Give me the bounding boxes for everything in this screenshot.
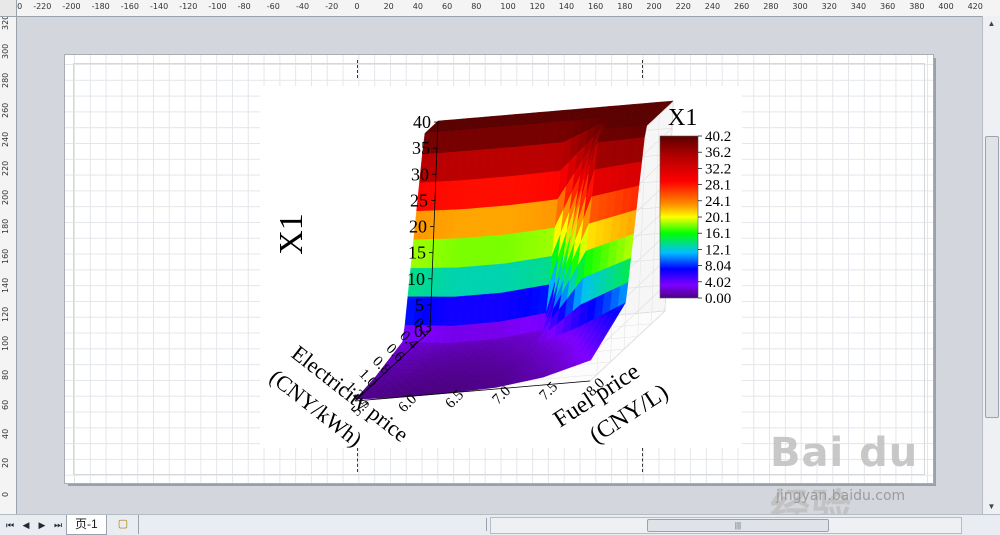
top-ruler-label: 0 xyxy=(354,2,360,11)
colorbar-title: X1 xyxy=(668,105,697,131)
page-break-marker xyxy=(357,448,358,472)
z-tick-label: 30 xyxy=(411,164,429,184)
page-tab[interactable]: 页-1 xyxy=(66,515,107,535)
vertical-scrollbar[interactable]: ▲ ▼ xyxy=(982,16,1000,515)
left-ruler-label: 320 xyxy=(1,14,10,30)
top-ruler-label: 320 xyxy=(821,2,837,11)
top-ruler: -240-220-200-180-160-140-120-100-80-60-4… xyxy=(0,0,1000,17)
surface-chart-svg: 05101520253035400.20.40.60.81.01.25.5 6.0… xyxy=(265,100,732,452)
top-ruler-label: 400 xyxy=(938,2,954,11)
colorbar-tick-label: 4.02 xyxy=(705,275,731,291)
next-page-button[interactable]: ▶ xyxy=(36,518,48,532)
top-ruler-label: 160 xyxy=(588,2,604,11)
left-ruler-label: 80 xyxy=(1,370,10,381)
colorbar-tick-label: 24.1 xyxy=(705,194,731,210)
colorbar-tick-label: 20.1 xyxy=(705,210,731,226)
top-ruler-label: 120 xyxy=(529,2,545,11)
top-ruler-label: 100 xyxy=(500,2,516,11)
left-ruler-label: 260 xyxy=(1,102,10,118)
top-ruler-label: -200 xyxy=(62,2,81,11)
ruler-corner xyxy=(0,0,17,17)
top-ruler-label: 40 xyxy=(412,2,423,11)
page-break-marker xyxy=(642,448,643,472)
z-tick-label: 15 xyxy=(408,243,426,263)
top-ruler-label: 60 xyxy=(442,2,453,11)
left-ruler-label: 140 xyxy=(1,277,10,293)
top-ruler-label: -20 xyxy=(325,2,339,11)
left-ruler-label: 160 xyxy=(1,248,10,264)
left-ruler-label: 100 xyxy=(1,335,10,352)
first-page-button[interactable]: ⏮ xyxy=(4,518,16,532)
insert-page-icon[interactable]: ▢ xyxy=(108,515,139,534)
colorbar-tick-label: 0.00 xyxy=(705,291,731,307)
left-ruler-label: 0 xyxy=(1,492,10,498)
colorbar-tick-label: 16.1 xyxy=(705,226,731,242)
z-tick-label: 25 xyxy=(410,190,428,210)
left-ruler-label: 180 xyxy=(1,219,10,235)
scroll-down-arrow[interactable]: ▼ xyxy=(983,499,1000,515)
z-tick-label: 20 xyxy=(409,217,427,237)
colorbar-gradient xyxy=(659,135,699,299)
left-ruler: 320 300 280 260 240 220 200 180 160 140 120 100 80 60… xyxy=(0,14,17,515)
top-ruler-label: 200 xyxy=(646,2,662,11)
left-ruler-label: 60 xyxy=(1,399,10,410)
watermark-url: jingyan.baidu.com xyxy=(776,488,906,504)
last-page-button[interactable]: ⏭ xyxy=(52,518,64,532)
top-ruler-label: 260 xyxy=(734,2,750,11)
page-break-marker xyxy=(642,60,643,78)
top-ruler-label: -120 xyxy=(179,2,198,11)
top-ruler-label: 300 xyxy=(792,2,808,11)
top-ruler-label: 380 xyxy=(909,2,925,11)
left-ruler-label: 280 xyxy=(1,73,10,89)
left-ruler-label: 120 xyxy=(1,306,10,322)
left-ruler-label: 200 xyxy=(1,189,10,206)
colorbar-tick-label: 12.1 xyxy=(705,242,731,258)
z-tick-label: 10 xyxy=(407,269,425,289)
left-ruler-label: 300 xyxy=(1,43,10,60)
top-ruler-label: -80 xyxy=(237,2,251,11)
left-ruler-label: 20 xyxy=(1,457,10,468)
top-ruler-label: 20 xyxy=(383,2,394,11)
baidu-watermark: Bai du 经验 jingyan.baidu.com xyxy=(770,430,970,532)
colorbar-tick-label: 32.2 xyxy=(705,161,731,177)
top-ruler-label: -60 xyxy=(266,2,280,11)
top-ruler-label: 220 xyxy=(675,2,691,11)
top-ruler-label: -220 xyxy=(33,2,52,11)
z-tick-label: 40 xyxy=(413,112,431,132)
prev-page-button[interactable]: ◀ xyxy=(20,518,32,532)
top-ruler-label: 80 xyxy=(471,2,482,11)
top-ruler-label: 340 xyxy=(850,2,867,11)
top-ruler-label: 360 xyxy=(880,2,896,11)
z-tick-label: 35 xyxy=(412,138,430,158)
z-axis-title: X1 xyxy=(273,213,310,255)
z-tick-label: 5 xyxy=(415,295,424,315)
top-ruler-label: -160 xyxy=(120,2,139,11)
top-ruler-label: -40 xyxy=(296,2,310,11)
colorbar-tick-label: 36.2 xyxy=(705,145,731,161)
horizontal-scroll-thumb[interactable]: ||| xyxy=(647,519,829,532)
colorbar-tick-label: 8.04 xyxy=(705,259,732,275)
top-ruler-label: 280 xyxy=(763,2,779,11)
surface-chart[interactable]: 0 5 10 15 20 25 30 35 40 0.2 0.4 0.6 0.8 1.0 1.2 5.5 6.0… xyxy=(260,86,742,452)
top-ruler-label: -180 xyxy=(91,2,110,11)
left-ruler-label: 220 xyxy=(1,160,10,176)
status-bar: ⏮ ◀ ▶ ⏭ 页-1 ▢ ||| xyxy=(0,514,1000,535)
top-ruler-label: 180 xyxy=(617,2,633,11)
top-ruler-label: 140 xyxy=(558,2,575,11)
page-break-marker xyxy=(357,60,358,78)
vertical-scroll-thumb[interactable] xyxy=(985,136,999,418)
top-ruler-label: -140 xyxy=(150,2,169,11)
left-ruler-label: 40 xyxy=(1,428,10,439)
colorbar-tick-label: 28.1 xyxy=(705,178,731,194)
colorbar-tick-label: 40.2 xyxy=(705,129,731,145)
scroll-up-arrow[interactable]: ▲ xyxy=(983,16,1000,32)
top-ruler-label: -100 xyxy=(208,2,227,11)
top-ruler-label: 420 xyxy=(967,2,983,11)
left-ruler-label: 240 xyxy=(1,131,10,147)
top-ruler-label: 240 xyxy=(704,2,721,11)
horizontal-scrollbar[interactable]: ||| xyxy=(490,517,962,534)
